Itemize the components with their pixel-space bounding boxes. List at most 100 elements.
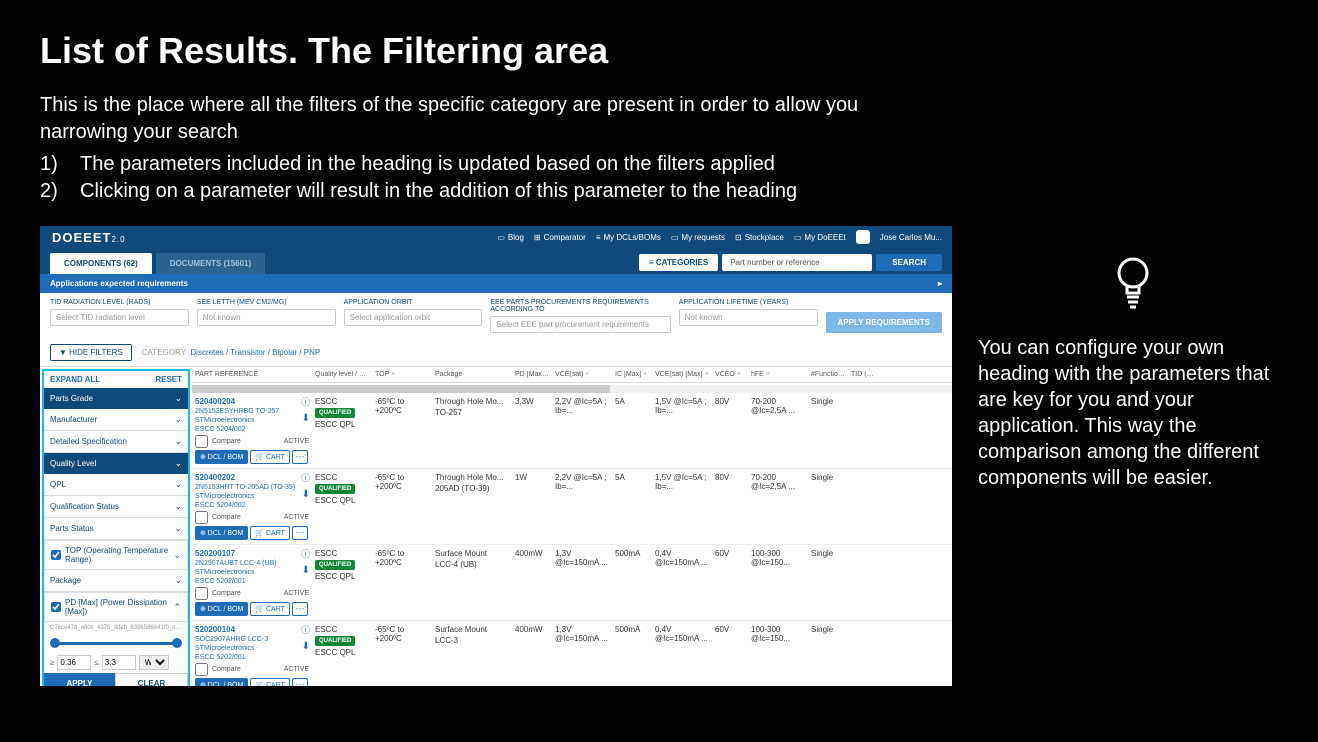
part-number-link[interactable]: 520400204 [195, 397, 309, 406]
filter-qpl[interactable]: QPL⌄ [44, 474, 188, 496]
tab-components[interactable]: COMPONENTS (62) [50, 253, 152, 274]
categories-button[interactable]: ≡ CATEGORIES [639, 254, 718, 271]
filter-group-quality-level[interactable]: Quality Level⌄ [44, 453, 188, 474]
slider-thumb-max[interactable] [172, 638, 182, 648]
col-vce-sat[interactable]: VCE(sat)× [552, 371, 612, 378]
apply-requirements-button[interactable]: APPLY REQUIREMENTS [826, 312, 942, 333]
col-quality-level[interactable]: Quality level / QPL× [312, 371, 372, 378]
nav-mydoeeet[interactable]: ▭ My DoEEEt [794, 233, 846, 242]
filter-parts-status[interactable]: Parts Status⌄ [44, 518, 188, 540]
search-button[interactable]: SEARCH [876, 254, 942, 271]
eee-select[interactable]: Select EEE part procurement requirements [490, 316, 670, 333]
slider-thumb-min[interactable] [50, 638, 60, 648]
cart-button[interactable]: 🛒 CART [250, 526, 290, 540]
filter-detailed-spec[interactable]: Detailed Specification⌄ [44, 431, 188, 453]
expand-all-link[interactable]: EXPAND ALL [50, 375, 100, 384]
range-slider[interactable] [44, 634, 188, 652]
nav-requests[interactable]: ▭ My requests [671, 233, 725, 242]
remove-col-icon[interactable]: × [766, 371, 770, 378]
part-number-link[interactable]: 520200107 [195, 549, 309, 558]
horizontal-scrollbar[interactable] [192, 385, 952, 393]
escc-link[interactable]: ESCC 5204/002 [195, 426, 309, 433]
col-part-reference[interactable]: PART REFERENCE [192, 371, 312, 378]
info-icon[interactable]: ⓘ [301, 395, 310, 408]
tab-documents[interactable]: DOCUMENTS (15601) [156, 253, 265, 274]
info-icon[interactable]: ⓘ [301, 623, 310, 636]
cart-button[interactable]: 🛒 CART [250, 450, 290, 464]
download-icon[interactable]: ⬇ [302, 641, 310, 652]
dcl-bom-button[interactable]: ⊕ DCL / BOM [195, 450, 248, 464]
range-min-input[interactable] [57, 655, 91, 670]
part-number-link[interactable]: 520400202 [195, 473, 309, 482]
more-button[interactable]: ⋯ [292, 526, 308, 540]
remove-col-icon[interactable]: × [585, 371, 589, 378]
filter-power-dissipation[interactable]: PD [Max] (Power Dissipation [Max])⌃ [44, 592, 188, 622]
remove-col-icon[interactable]: × [737, 371, 741, 378]
orbit-select[interactable]: Select application orbit [344, 309, 483, 326]
part-number-link[interactable]: 520200104 [195, 625, 309, 634]
col-tid[interactable]: TID (krad... [848, 371, 878, 378]
col-ic[interactable]: IC [Max]× [612, 371, 652, 378]
compare-checkbox[interactable] [195, 435, 208, 448]
user-name[interactable]: Jose Carlos Mu... [880, 233, 942, 242]
filter-manufacturer[interactable]: Manufacturer⌄ [44, 409, 188, 431]
escc-link[interactable]: ESCC 5202/001 [195, 654, 309, 661]
manufacturer-link[interactable]: STMicroelectronics [195, 569, 309, 576]
mpn-link[interactable]: 2N2907AUBT LCC-4 (UB) [195, 560, 309, 567]
compare-checkbox[interactable] [195, 511, 208, 524]
filter-operating-temp[interactable]: TOP (Operating Temperature Range)⌄ [44, 540, 188, 570]
col-functions[interactable]: #Functions per ... [808, 371, 848, 378]
mpn-link[interactable]: 2N5153ESYHRBG TO-257 [195, 408, 309, 415]
compare-checkbox[interactable] [195, 587, 208, 600]
reset-link[interactable]: RESET [155, 375, 182, 384]
filter-apply-button[interactable]: APPLY [44, 673, 115, 686]
tid-select[interactable]: Select TID radiation level [50, 309, 189, 326]
mpn-link[interactable]: 2N5153HRT TO-205AD (TO-39) [195, 484, 309, 491]
col-vce-sat-max[interactable]: VCE(sat) [Max]× [652, 371, 712, 378]
remove-col-icon[interactable]: × [704, 371, 708, 378]
checkbox-pd[interactable] [51, 602, 61, 612]
info-icon[interactable]: ⓘ [301, 471, 310, 484]
remove-col-icon[interactable]: × [391, 371, 395, 378]
filter-clear-button[interactable]: CLEAR [115, 673, 188, 686]
filter-group-parts-grade[interactable]: Parts Grade⌄ [44, 388, 188, 409]
manufacturer-link[interactable]: STMicroelectronics [195, 417, 309, 424]
download-icon[interactable]: ⬇ [302, 565, 310, 576]
lifetime-select[interactable]: Not known [679, 309, 818, 326]
dcl-bom-button[interactable]: ⊕ DCL / BOM [195, 678, 248, 686]
escc-link[interactable]: ESCC 5204/002 [195, 502, 309, 509]
remove-col-icon[interactable]: × [643, 371, 647, 378]
col-top[interactable]: TOP× [372, 371, 432, 378]
escc-link[interactable]: ESCC 5202/001 [195, 578, 309, 585]
more-button[interactable]: ⋯ [292, 450, 308, 464]
dcl-bom-button[interactable]: ⊕ DCL / BOM [195, 602, 248, 616]
col-hfe[interactable]: hFE× [748, 371, 808, 378]
cart-button[interactable]: 🛒 CART [250, 602, 290, 616]
requirements-header[interactable]: Applications expected requirements▸ [40, 274, 952, 293]
hide-filters-button[interactable]: ▼ HIDE FILTERS [50, 344, 132, 361]
nav-dcls[interactable]: ≡ My DCLs/BOMs [596, 233, 661, 242]
mpn-link[interactable]: SOC2907AHRG LCC-3 [195, 636, 309, 643]
manufacturer-link[interactable]: STMicroelectronics [195, 493, 309, 500]
breadcrumb-link[interactable]: Discretes / Transistor / Bipolar / PNP [190, 348, 320, 357]
download-icon[interactable]: ⬇ [302, 489, 310, 500]
cart-button[interactable]: 🛒 CART [250, 678, 290, 686]
dcl-bom-button[interactable]: ⊕ DCL / BOM [195, 526, 248, 540]
avatar[interactable] [856, 230, 870, 244]
more-button[interactable]: ⋯ [292, 602, 308, 616]
col-package[interactable]: Package [432, 371, 512, 378]
filter-qualification-status[interactable]: Qualification Status⌄ [44, 496, 188, 518]
filter-package[interactable]: Package⌄ [44, 570, 188, 592]
nav-comparator[interactable]: ⊞ Comparator [534, 233, 586, 242]
range-max-input[interactable] [102, 655, 136, 670]
col-pd[interactable]: PD [Max]× [512, 371, 552, 378]
logo[interactable]: DOEEET2.0 [40, 230, 126, 245]
manufacturer-link[interactable]: STMicroelectronics [195, 645, 309, 652]
letth-select[interactable]: Not known [197, 309, 336, 326]
info-icon[interactable]: ⓘ [301, 547, 310, 560]
nav-blog[interactable]: ▭ Blog [497, 233, 524, 242]
nav-stockplace[interactable]: ⊡ Stockplace [735, 233, 784, 242]
checkbox-top[interactable] [51, 550, 61, 560]
more-button[interactable]: ⋯ [292, 678, 308, 686]
compare-checkbox[interactable] [195, 663, 208, 676]
